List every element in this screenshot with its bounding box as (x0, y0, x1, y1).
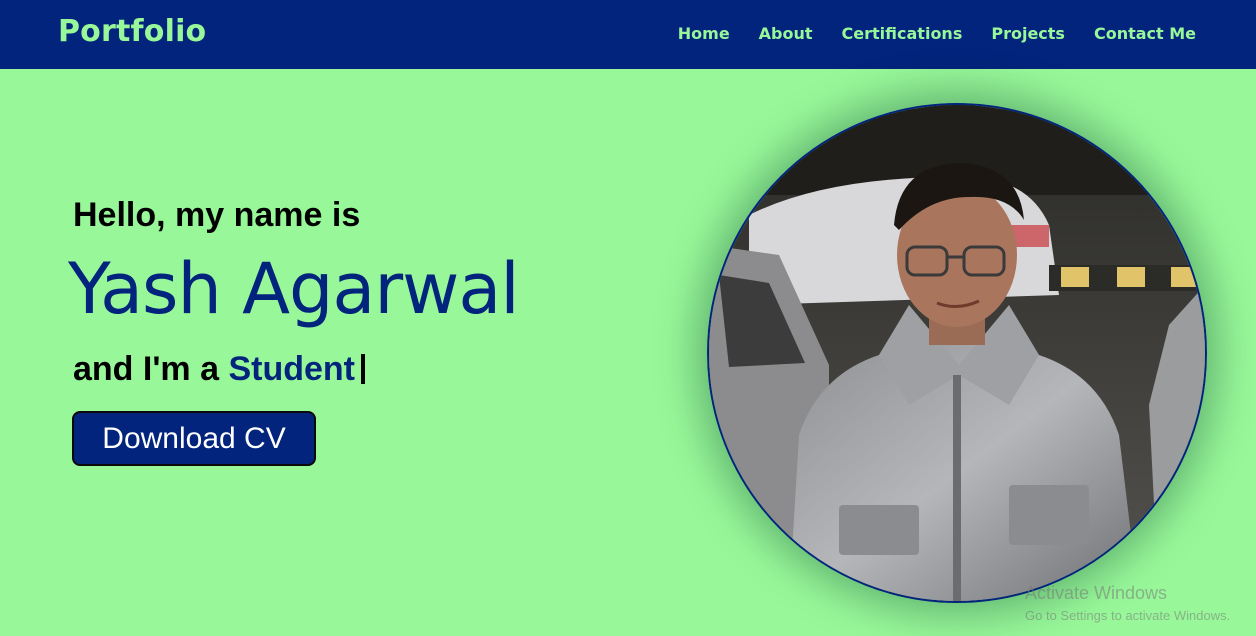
watermark-subtitle: Go to Settings to activate Windows. (1025, 608, 1231, 623)
nav-link-contact[interactable]: Contact Me (1094, 24, 1196, 43)
person-photo-icon (709, 105, 1205, 601)
brand-logo[interactable]: Portfolio (58, 14, 206, 49)
nav-link-home[interactable]: Home (678, 24, 730, 43)
watermark-title: Activate Windows (1025, 583, 1168, 603)
hero-role-line: and I'm a Student (73, 350, 366, 389)
typing-cursor (361, 354, 366, 384)
hero-name: Yash Agarwal (68, 248, 520, 330)
hero-greeting: Hello, my name is (73, 196, 361, 234)
nav-item-home: Home (678, 24, 730, 44)
navbar: Portfolio Home About Certifications Proj… (0, 0, 1256, 69)
role-typed-text: Student (228, 350, 356, 388)
nav-item-projects: Projects (991, 24, 1065, 44)
nav-item-contact: Contact Me (1094, 24, 1196, 44)
nav-links: Home About Certifications Projects Conta… (678, 24, 1196, 44)
nav-item-about: About (759, 24, 813, 44)
nav-link-projects[interactable]: Projects (991, 24, 1065, 43)
download-cv-button[interactable]: Download CV (72, 411, 316, 466)
profile-photo (707, 103, 1207, 603)
nav-link-certifications[interactable]: Certifications (842, 24, 963, 43)
role-prefix: and I'm a (73, 350, 220, 388)
windows-activation-watermark: Activate Windows Go to Settings to activ… (1025, 583, 1230, 623)
nav-item-certifications: Certifications (842, 24, 963, 44)
nav-link-about[interactable]: About (759, 24, 813, 43)
